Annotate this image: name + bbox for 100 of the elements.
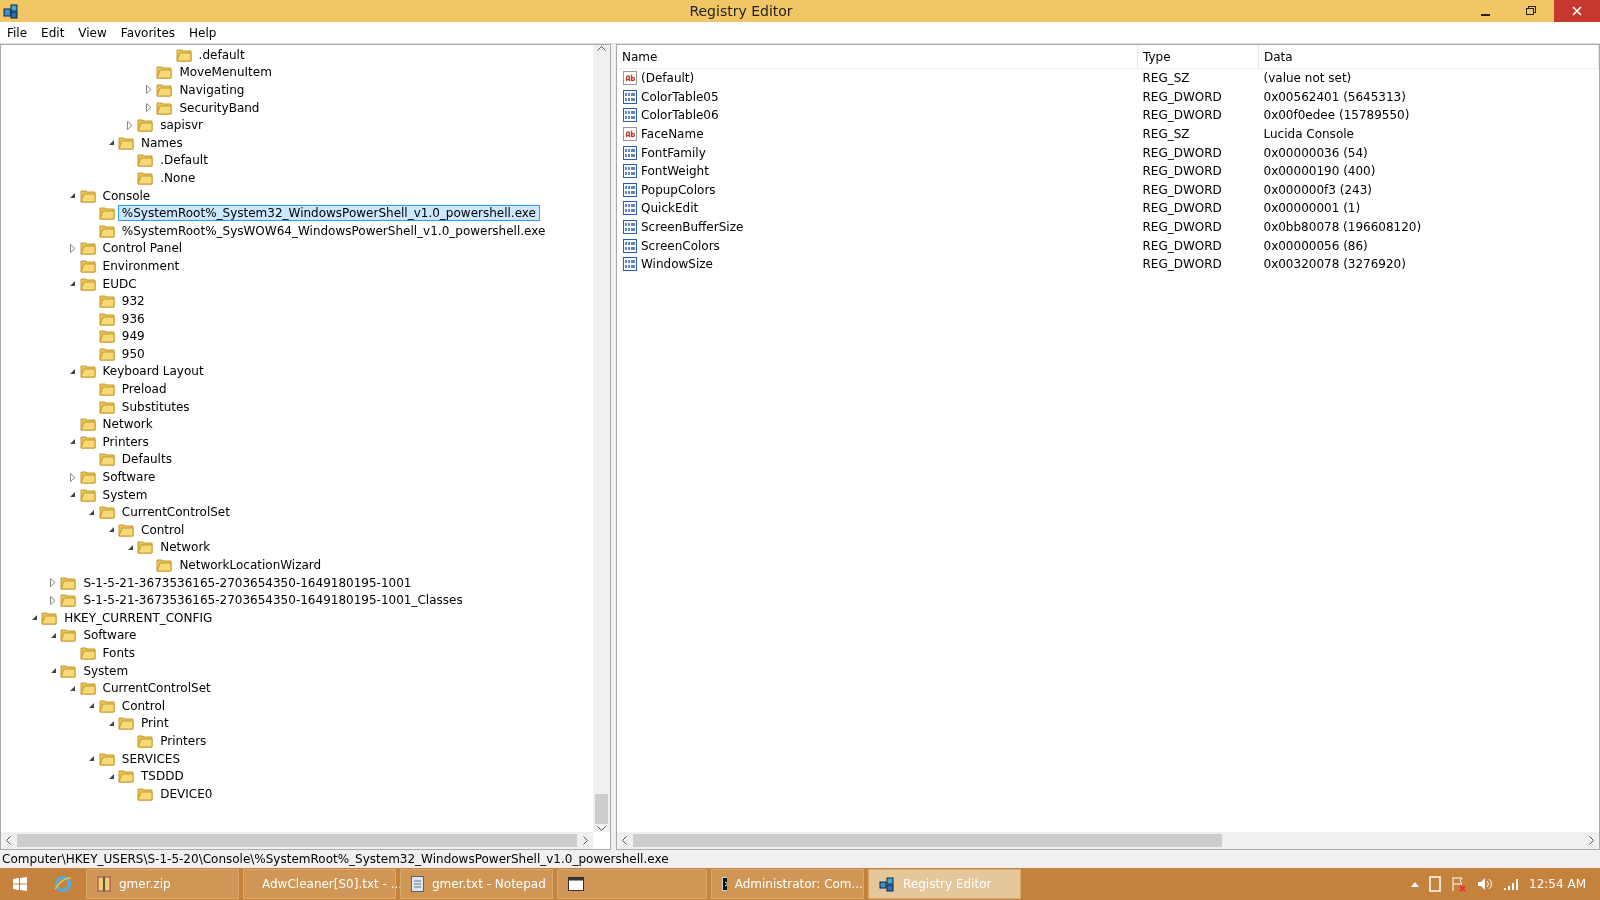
- expanded-arrow-icon[interactable]: [69, 280, 77, 287]
- expanded-arrow-icon[interactable]: [49, 631, 57, 639]
- tree-item[interactable]: %SystemRoot%_System32_WindowsPowerShell_v1.0_powershell.exe: [117, 205, 540, 222]
- expanded-arrow-icon[interactable]: [69, 684, 77, 692]
- tree-item[interactable]: sapisvr: [156, 117, 208, 134]
- tree-item[interactable]: .Default: [156, 152, 212, 169]
- collapsed-arrow-icon[interactable]: [50, 578, 57, 588]
- menu-item[interactable]: View: [71, 25, 114, 40]
- tree-item[interactable]: CurrentControlSet: [98, 680, 215, 697]
- column-header[interactable]: Data: [1258, 45, 1599, 69]
- show-hidden-icons-icon[interactable]: [1411, 881, 1420, 887]
- tree-item[interactable]: TSDDD: [137, 768, 188, 785]
- tree-item[interactable]: SecurityBand: [175, 99, 264, 116]
- tree-item[interactable]: Print: [137, 715, 173, 732]
- menu-item[interactable]: Favorites: [113, 25, 183, 40]
- tree-item[interactable]: .None: [156, 169, 200, 186]
- tree-item[interactable]: Environment: [98, 257, 184, 274]
- tree-item[interactable]: Control: [117, 697, 170, 714]
- collapsed-arrow-icon[interactable]: [146, 85, 153, 95]
- tree-item[interactable]: SERVICES: [117, 750, 184, 767]
- value-name[interactable]: ScreenColors: [641, 238, 720, 253]
- tree-item[interactable]: Navigating: [175, 82, 249, 98]
- speaker-icon[interactable]: [1477, 877, 1494, 891]
- tree-item[interactable]: .default: [194, 46, 249, 63]
- expanded-arrow-icon[interactable]: [69, 192, 77, 200]
- tree-item[interactable]: Software: [79, 627, 141, 644]
- value-name[interactable]: ColorTable06: [641, 108, 719, 123]
- tree-item[interactable]: Printers: [98, 433, 153, 450]
- collapsed-arrow-icon[interactable]: [69, 472, 76, 482]
- expanded-arrow-icon[interactable]: [69, 438, 77, 446]
- tree-item[interactable]: Network: [98, 416, 157, 433]
- scroll-thumb[interactable]: [633, 834, 1222, 847]
- expanded-arrow-icon[interactable]: [69, 491, 77, 499]
- scroll-thumb[interactable]: [17, 834, 577, 847]
- tree-item[interactable]: 949: [117, 328, 149, 345]
- menu-item[interactable]: Edit: [34, 25, 72, 40]
- expanded-arrow-icon[interactable]: [107, 526, 115, 534]
- tree-item[interactable]: Preload: [117, 381, 171, 398]
- tree-item[interactable]: EUDC: [98, 275, 141, 292]
- collapsed-arrow-icon[interactable]: [50, 595, 57, 605]
- tree-item[interactable]: HKEY_CURRENT_CONFIG: [60, 609, 217, 626]
- menu-item[interactable]: File: [0, 25, 35, 40]
- tree-item[interactable]: Software: [98, 469, 160, 486]
- menu-item[interactable]: Help: [182, 25, 224, 40]
- device-icon[interactable]: [1429, 876, 1442, 892]
- folder-icon: [156, 558, 173, 572]
- value-name[interactable]: ScreenBufferSize: [641, 220, 744, 235]
- tree-item[interactable]: S-1-5-21-3673536165-2703654350-1649180195-1001: [79, 574, 416, 591]
- tree-item[interactable]: Fonts: [98, 645, 139, 661]
- value-name[interactable]: FontFamily: [641, 145, 706, 160]
- tree-item[interactable]: %SystemRoot%_SysWOW64_WindowsPowerShell_v1.0_powershell.exe: [117, 222, 550, 239]
- vertical-scrollbar[interactable]: [593, 45, 610, 832]
- tree-item[interactable]: Console: [98, 187, 155, 204]
- tree-item[interactable]: Network: [156, 539, 215, 556]
- value-name[interactable]: FontWeight: [641, 164, 709, 179]
- collapsed-arrow-icon[interactable]: [69, 243, 76, 253]
- tree-item[interactable]: Keyboard Layout: [98, 363, 208, 380]
- expanded-arrow-icon[interactable]: [107, 772, 115, 780]
- value-name[interactable]: PopupColors: [641, 182, 716, 197]
- column-header[interactable]: Name: [617, 45, 1138, 69]
- expanded-arrow-icon[interactable]: [88, 508, 96, 516]
- tree-item[interactable]: Printers: [156, 732, 211, 749]
- tree-item[interactable]: Control Panel: [98, 240, 187, 257]
- tree-item[interactable]: S-1-5-21-3673536165-2703654350-1649180195-1001_Classes: [79, 592, 467, 609]
- tree-item[interactable]: Substitutes: [117, 398, 194, 415]
- horizontal-scrollbar[interactable]: [1, 832, 593, 849]
- status-bar-path: Computer\HKEY_USERS\S-1-5-20\Console\%SystemRoot%_System32_WindowsPowerShell_v1.0_powershell.exe: [2, 852, 669, 866]
- tree-item[interactable]: Control: [137, 521, 189, 538]
- expanded-arrow-icon[interactable]: [88, 755, 96, 763]
- horizontal-scrollbar[interactable]: [617, 832, 1599, 849]
- tree-item[interactable]: 936: [117, 310, 149, 327]
- scroll-thumb[interactable]: [595, 794, 608, 824]
- expanded-arrow-icon[interactable]: [69, 368, 77, 375]
- collapsed-arrow-icon[interactable]: [146, 103, 153, 113]
- tree-item[interactable]: Names: [137, 134, 187, 151]
- tree-item[interactable]: CurrentControlSet: [117, 504, 234, 521]
- value-name[interactable]: ColorTable05: [641, 89, 719, 104]
- signal-bars-icon[interactable]: [1503, 877, 1520, 891]
- value-name[interactable]: FaceName: [641, 127, 704, 142]
- tree-item[interactable]: MoveMenuItem: [175, 64, 276, 81]
- expanded-arrow-icon[interactable]: [107, 139, 115, 147]
- expanded-arrow-icon[interactable]: [107, 719, 115, 727]
- flag-warning-icon[interactable]: [1451, 876, 1468, 892]
- tree-item[interactable]: 950: [117, 345, 149, 362]
- tree-item[interactable]: System: [79, 662, 133, 679]
- value-name[interactable]: (Default): [641, 71, 695, 86]
- collapsed-arrow-icon[interactable]: [127, 120, 134, 130]
- tree-item[interactable]: DEVICE0: [156, 785, 217, 802]
- expanded-arrow-icon[interactable]: [126, 543, 134, 551]
- value-name[interactable]: QuickEdit: [641, 201, 699, 216]
- expanded-arrow-icon[interactable]: [49, 667, 57, 675]
- tree-item[interactable]: 932: [117, 293, 149, 310]
- tree-item[interactable]: System: [98, 486, 152, 503]
- tree-item[interactable]: Defaults: [117, 451, 176, 468]
- tree-item[interactable]: NetworkLocationWizard: [175, 557, 326, 573]
- column-header[interactable]: Type: [1137, 45, 1259, 69]
- expanded-arrow-icon[interactable]: [88, 702, 96, 710]
- value-name[interactable]: WindowSize: [641, 257, 713, 272]
- expanded-arrow-icon[interactable]: [30, 614, 38, 622]
- taskbar-button[interactable]: [557, 869, 707, 899]
